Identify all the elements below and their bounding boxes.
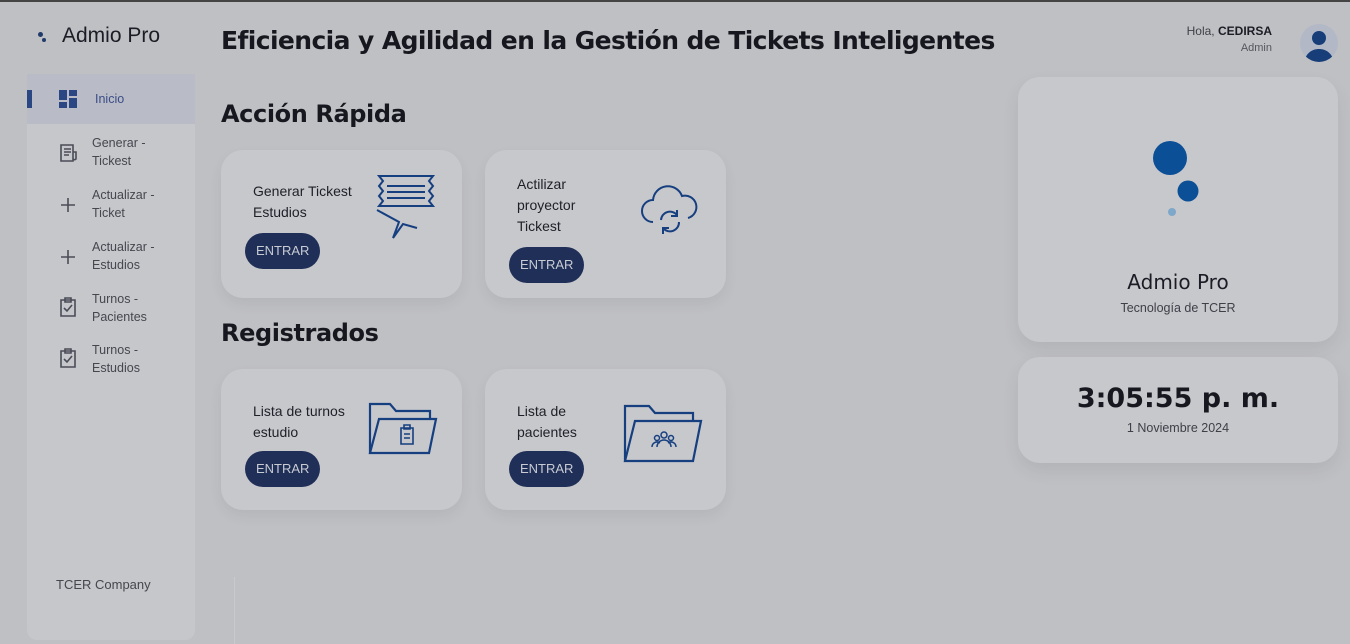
brand-logo-icon [1153,141,1199,216]
folder-users-icon [623,404,703,463]
sidebar-item-generar-tickest[interactable]: Generar - Tickest [27,132,195,176]
sidebar-item-label: Actualizar - Ticket [92,188,155,220]
sidebar-item-label: Actualizar - Estudios [92,240,155,272]
sidebar-item-label: Turnos - Estudios [92,343,140,375]
tickets-icon [376,175,436,239]
clock-panel: 3:05:55 p. m. 1 Noviembre 2024 [1018,357,1338,463]
sidebar-item-turnos-estudios[interactable]: Turnos - Estudios [27,340,195,384]
brand-name: Admio Pro [62,24,161,47]
avatar[interactable] [1300,24,1338,62]
enter-button[interactable]: ENTRAR [509,247,585,283]
user-name: CEDIRSA [1217,24,1272,38]
card-actualizar-proyector: Actilizar proyector Tickest ENTRAR [485,150,726,298]
sidebar-item-turnos-pacientes[interactable]: Turnos - Pacientes [27,288,195,332]
sidebar-item-label: Inicio [95,92,125,106]
enter-button[interactable]: ENTRAR [245,451,321,487]
clipboard-check-icon [60,297,76,317]
sidebar-item-actualizar-estudios[interactable]: Actualizar - Estudios [27,236,195,280]
page-title: Eficiencia y Agilidad en la Gestión de T… [221,26,995,55]
folder-clipboard-icon [368,402,438,455]
card-lista-turnos: Lista de turnos estudio ENTRAR [221,369,462,510]
card-label: Actilizar proyector Tickest [517,176,576,234]
receipt-icon [60,144,77,162]
clock-date: 1 Noviembre 2024 [1126,421,1230,435]
sidebar-item-inicio[interactable]: Inicio [27,74,195,124]
user-avatar-icon [1304,31,1334,62]
plus-icon [61,250,75,264]
card-label: Generar Tickest Estudios [253,183,352,220]
sidebar-item-label: Generar - Tickest [92,136,146,168]
empty-area [234,577,485,644]
card-generar-tickest: Generar Tickest Estudios ENTRAR [221,150,462,298]
brand-logo-icon [30,27,48,45]
enter-button[interactable]: ENTRAR [509,451,585,487]
user-greeting: Hola, CEDIRSA [1187,24,1272,38]
card-lista-pacientes: Lista de pacientes ENTRAR [485,369,726,510]
cloud-sync-icon [641,185,698,234]
section-title-quick-action: Acción Rápida [221,100,407,128]
plus-icon [61,198,75,212]
section-title-registered: Registrados [221,319,379,347]
sidebar: Inicio Generar - Tickest Actualizar - Ti… [27,74,195,640]
enter-button[interactable]: ENTRAR [245,233,321,269]
brand-panel-title: Admio Pro [1127,270,1229,294]
sidebar-item-actualizar-ticket[interactable]: Actualizar - Ticket [27,184,195,228]
card-label: Lista de pacientes [517,403,577,440]
brand-panel-subtitle: Tecnología de TCER [1120,301,1236,315]
clipboard-check-icon [60,348,76,368]
user-role: Admin [1240,42,1272,54]
card-label: Lista de turnos estudio [253,403,345,440]
dashboard-icon [59,90,77,108]
user-info: Hola, CEDIRSA Admin [1187,24,1272,54]
greeting-text: Hola, [1186,24,1215,38]
clock-time: 3:05:55 p. m. [1076,383,1280,414]
brand: Admio Pro [30,24,160,48]
active-indicator [27,90,32,108]
company-name: TCER Company [56,577,151,592]
brand-panel: Admio Pro Tecnología de TCER [1018,77,1338,342]
sidebar-item-label: Turnos - Pacientes [92,292,147,324]
